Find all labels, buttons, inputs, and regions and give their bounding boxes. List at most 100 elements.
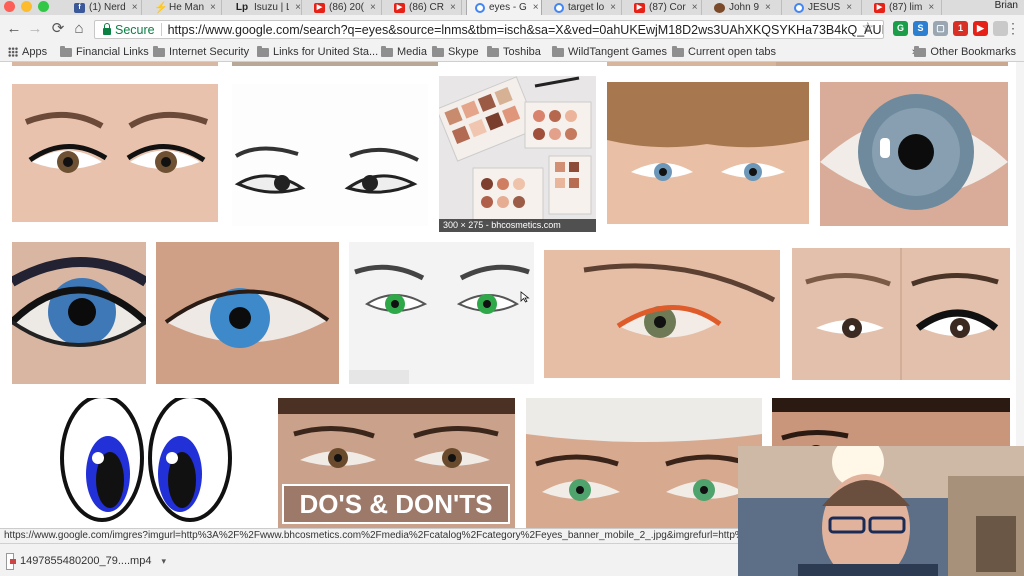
folder-icon — [914, 45, 927, 57]
facebook-icon: f — [74, 2, 85, 13]
tab-title: (1) Nerd — [89, 2, 126, 13]
bookmark-label: Current open tabs — [688, 46, 777, 58]
bookmarks-bar: Apps Financial Links Internet Security Link… — [0, 43, 1024, 62]
bookmark-links-for-united-sta[interactable]: Links for United Sta... — [257, 45, 379, 58]
download-file-name: 1497855480200_79....mp4 — [19, 555, 152, 567]
browser-tab[interactable]: ⚡ He Man × — [146, 0, 222, 15]
browser-tab[interactable]: ▶ (86) CR × — [386, 0, 462, 15]
bookmark-star-icon[interactable]: ☆ — [861, 19, 874, 36]
grey-iris-thumb[interactable] — [820, 82, 1008, 226]
dos-donts-overlay: DO'S & DON'TS — [282, 484, 510, 524]
folder-icon — [381, 45, 393, 57]
tab-title: (86) 20( — [329, 2, 365, 13]
bookmark-wildtangent-games[interactable]: WildTangent Games — [552, 45, 667, 58]
grammarly-extension-icon[interactable]: G — [893, 21, 908, 36]
child-blue-eyes-thumb[interactable] — [607, 82, 809, 224]
tab-title: John 9 — [729, 2, 760, 13]
browser-tab[interactable]: target lo × — [546, 0, 622, 15]
eye-makeup-before-after-thumb[interactable] — [792, 248, 1010, 380]
bookmark-financial-links[interactable]: Financial Links — [60, 45, 149, 58]
folder-icon — [60, 45, 72, 57]
bookmark-current-open-tabs[interactable]: Current open tabs — [672, 45, 777, 58]
browser-tab[interactable]: f (1) Nerd × — [66, 0, 142, 15]
blue-eye-closeup-thumb[interactable] — [156, 242, 339, 384]
tab-title: Isuzu | L — [254, 2, 290, 13]
tab-close-icon[interactable]: × — [692, 2, 698, 13]
bookmark-label: Internet Security — [169, 46, 250, 58]
status-bar-url: https://www.google.com/imgres?imgurl=htt… — [0, 528, 740, 543]
eyes-sketch-thumb[interactable] — [232, 84, 428, 226]
tab-title: (87) lim — [889, 2, 923, 13]
tab-close-icon[interactable]: × — [533, 2, 539, 13]
maximize-window-button[interactable] — [38, 1, 49, 12]
bookmark-apps[interactable]: Apps — [8, 46, 47, 58]
tab-close-icon[interactable]: × — [370, 2, 376, 13]
tab-close-icon[interactable]: × — [928, 2, 934, 13]
blue-eye-makeup-thumb[interactable] — [12, 242, 146, 384]
lp-icon: Lp — [235, 1, 249, 13]
bookmark-toshiba[interactable]: Toshiba — [487, 45, 541, 58]
tab-close-icon[interactable]: × — [295, 2, 301, 13]
tab-close-icon[interactable]: × — [610, 2, 616, 13]
image-result[interactable] — [12, 62, 218, 66]
youtube-extension-icon[interactable]: ▶ — [973, 21, 988, 36]
browser-tab[interactable]: ▶ (87) lim × — [866, 0, 942, 15]
download-options-chevron-icon[interactable]: ▾ — [161, 556, 166, 567]
browser-tab[interactable]: ▶ (87) Cor × — [626, 0, 702, 15]
profile-name[interactable]: Brian — [995, 0, 1018, 11]
bookmark-media[interactable]: Media — [381, 45, 427, 58]
youtube-icon: ▶ — [874, 2, 885, 13]
image-result[interactable] — [776, 62, 1008, 66]
back-button[interactable]: ← — [6, 21, 22, 37]
john-icon — [714, 2, 725, 13]
secure-label: Secure — [115, 22, 155, 37]
download-item[interactable]: 1497855480200_79....mp4 ▾ — [6, 549, 166, 573]
bookmark-skype[interactable]: Skype — [432, 45, 479, 58]
browser-tab[interactable]: JESUS × — [786, 0, 862, 15]
other-bookmarks[interactable]: Other Bookmarks — [914, 45, 1016, 58]
bookmark-label: Skype — [448, 46, 479, 58]
extension-icon[interactable]: S — [913, 21, 928, 36]
extension-icon[interactable]: ▢ — [933, 21, 948, 36]
tab-close-icon[interactable]: × — [846, 2, 852, 13]
he-icon: ⚡ — [154, 1, 168, 14]
bookmark-internet-security[interactable]: Internet Security — [153, 45, 250, 58]
image-result[interactable] — [232, 62, 438, 66]
folder-icon — [552, 45, 564, 57]
url-text[interactable]: https://www.google.com/search?q=eyes&sou… — [168, 23, 883, 37]
tab-close-icon[interactable]: × — [210, 2, 216, 13]
forward-button[interactable]: → — [27, 21, 43, 37]
bookmark-label: Links for United Sta... — [273, 46, 379, 58]
green-eyes-bw-thumb[interactable] — [349, 242, 534, 384]
browser-toolbar: ← → ⟳ ⌂ Secure https://www.google.com/se… — [0, 15, 1024, 43]
reload-button[interactable]: ⟳ — [50, 21, 66, 37]
apps-icon — [8, 47, 18, 57]
other-bookmarks-label: Other Bookmarks — [930, 46, 1016, 58]
eyes-lashes-thumb[interactable] — [12, 84, 218, 222]
bookmark-label: Media — [397, 46, 427, 58]
tab-close-icon[interactable]: × — [132, 2, 138, 13]
menu-icon[interactable]: ⋮ — [1006, 20, 1020, 37]
browser-tab[interactable]: ▶ (86) 20( × — [306, 0, 382, 15]
browser-tab[interactable]: Lp Isuzu | L × — [226, 0, 302, 15]
close-window-button[interactable] — [4, 1, 15, 12]
tab-title: (87) Cor — [649, 2, 686, 13]
browser-tab[interactable]: John 9 × — [706, 0, 782, 15]
dos-donts-eyes-thumb[interactable]: DO'S & DON'TS — [278, 398, 515, 528]
bookmark-label: Financial Links — [76, 46, 149, 58]
tab-close-icon[interactable]: × — [450, 2, 456, 13]
youtube-icon: ▶ — [314, 2, 325, 13]
lock-icon — [103, 23, 111, 35]
webcam-overlay — [738, 446, 1024, 576]
browser-tab[interactable]: eyes - G × — [466, 0, 542, 15]
minimize-window-button[interactable] — [21, 1, 32, 12]
orange-lash-thumb[interactable] — [544, 250, 780, 378]
extension-badge-icon[interactable]: 1 — [953, 21, 968, 36]
cartoon-eyes-thumb[interactable] — [12, 398, 268, 528]
mouse-cursor-icon — [520, 291, 530, 303]
home-button[interactable]: ⌂ — [71, 21, 87, 37]
eyeshadow-palette-thumb[interactable]: 300 × 275 - bhcosmetics.com — [439, 76, 596, 232]
address-bar[interactable]: Secure https://www.google.com/search?q=e… — [94, 20, 884, 39]
tab-close-icon[interactable]: × — [765, 2, 771, 13]
green-eyes-beanie-thumb[interactable] — [526, 398, 762, 528]
